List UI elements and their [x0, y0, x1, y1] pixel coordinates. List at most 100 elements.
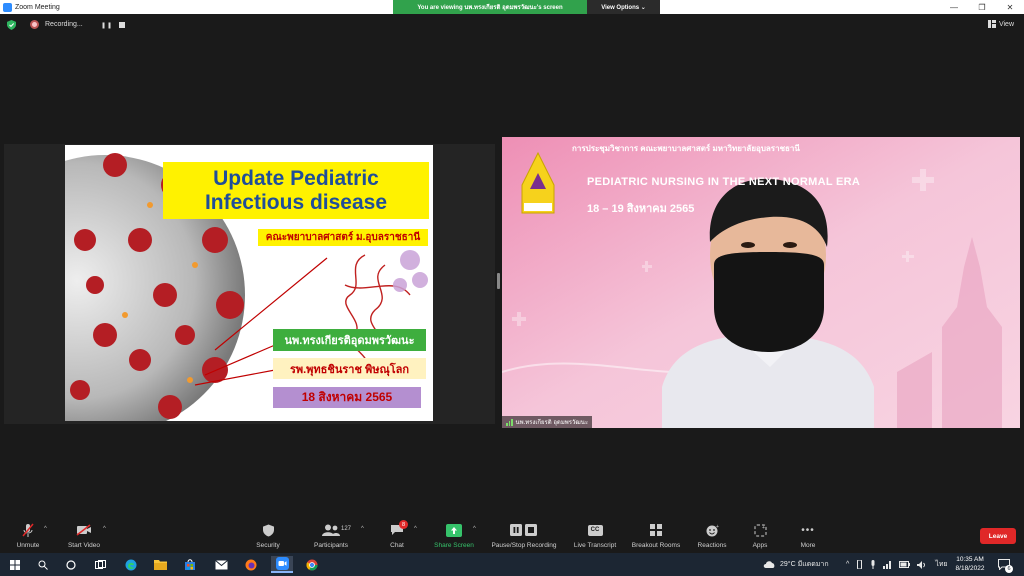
microsoft-store-icon[interactable] [181, 556, 199, 573]
more-label: More [800, 542, 816, 549]
breakout-rooms-label: Breakout Rooms [631, 542, 681, 549]
view-options-button[interactable]: View Options ⌄ [587, 0, 660, 14]
pause-stop-recording-button[interactable]: Pause/Stop Recording [487, 517, 561, 553]
slide-speaker-name: นพ.ทรงเกียรติอุดมพรวัฒนะ [273, 329, 426, 351]
svg-text:+: + [762, 525, 765, 531]
live-transcript-label: Live Transcript [573, 542, 617, 549]
minimize-button[interactable]: — [940, 0, 968, 14]
more-dots-icon: ••• [801, 524, 815, 536]
task-view-icon[interactable] [91, 556, 109, 573]
clock-date: 8/18/2022 [955, 565, 985, 572]
share-options-chevron-icon[interactable]: ^ [473, 526, 476, 532]
signal-strength-icon [506, 418, 513, 426]
meeting-toolbar: Unmute ^ Start Video ^ Security Particip… [0, 517, 1024, 553]
slide-title: Update Pediatric Infectious disease [163, 167, 429, 215]
apps-label: Apps [752, 542, 768, 549]
window-controls: — ❐ ✕ [940, 0, 1024, 14]
share-screen-label: Share Screen [434, 542, 474, 549]
conference-date: 18 – 19 สิงหาคม 2565 [587, 203, 695, 215]
slide-title-box: Update Pediatric Infectious disease [163, 162, 429, 219]
weather-text: 29°C มีแดดมาก [780, 561, 829, 568]
recording-dot-icon [30, 20, 39, 29]
shared-slide: Update Pediatric Infectious disease คณะพ… [65, 145, 433, 421]
slide-title-line1: Update Pediatric [213, 167, 379, 190]
system-tray: ^ ไทย [846, 553, 948, 576]
encryption-shield-icon[interactable] [7, 20, 16, 30]
cortana-icon[interactable] [62, 556, 80, 573]
window-title: Zoom Meeting [15, 3, 60, 11]
share-screen-icon [446, 523, 462, 537]
reactions-button[interactable]: + Reactions [694, 517, 730, 553]
edge-browser-icon[interactable] [122, 556, 140, 573]
slide-faculty: คณะพยาบาลศาสตร์ ม.อุบลราชธานี [258, 229, 428, 246]
chat-label: Chat [390, 542, 404, 549]
zoom-taskbar-icon[interactable] [271, 556, 293, 573]
notification-center-icon[interactable]: 6 [998, 553, 1013, 576]
close-button[interactable]: ✕ [996, 0, 1024, 14]
notification-count-badge: 6 [1005, 565, 1013, 573]
firefox-icon[interactable] [242, 556, 260, 573]
viewing-screen-banner: You are viewing นพ.ทรงเกียรติ อุดมพรวัฒน… [393, 0, 587, 14]
taskbar-clock[interactable]: 10:35 AM 8/18/2022 [950, 555, 990, 573]
chat-unread-badge: 8 [399, 520, 408, 529]
participant-video-tile[interactable]: การประชุมวิชาการ คณะพยาบาลศาสตร์ มหาวิทย… [502, 137, 1020, 428]
network-icon[interactable] [883, 560, 892, 569]
chat-options-chevron-icon[interactable]: ^ [414, 526, 417, 532]
apps-icon: + [754, 524, 766, 536]
search-icon[interactable] [34, 556, 52, 573]
muted-microphone-icon [22, 523, 34, 537]
share-screen-button[interactable]: Share Screen [432, 517, 476, 553]
reactions-label: Reactions [697, 542, 727, 549]
conference-title: การประชุมวิชาการ คณะพยาบาลศาสตร์ มหาวิทย… [572, 144, 800, 153]
participants-options-chevron-icon[interactable]: ^ [361, 526, 364, 532]
pause-recording-icon[interactable]: ❚❚ [101, 22, 113, 29]
windows-start-icon[interactable] [6, 556, 24, 573]
slide-date: 18 สิงหาคม 2565 [273, 387, 421, 408]
slide-hospital: รพ.พุทธชินราช พิษณุโลก [273, 358, 426, 379]
microphone-icon[interactable] [870, 560, 876, 569]
view-button[interactable]: View [987, 20, 1014, 28]
participant-name-tag: นพ.ทรงเกียรติ อุดมพรวัฒนะ [502, 416, 593, 428]
clock-time: 10:35 AM [956, 556, 984, 563]
svg-text:+: + [716, 524, 719, 530]
pause-stop-icon [510, 524, 537, 536]
chrome-icon[interactable] [303, 556, 321, 573]
zoom-meeting-window: Zoom Meeting — ❐ ✕ You are viewing นพ.ทร… [0, 0, 1024, 576]
view-label: View [998, 20, 1014, 28]
unmute-label: Unmute [16, 542, 40, 549]
leave-button[interactable]: Leave [980, 528, 1016, 544]
stop-recording-icon[interactable] [119, 22, 125, 28]
live-transcript-button[interactable]: CC Live Transcript [570, 517, 620, 553]
audio-options-chevron-icon[interactable]: ^ [44, 526, 47, 532]
apps-button[interactable]: + Apps [745, 517, 775, 553]
breakout-rooms-button[interactable]: Breakout Rooms [627, 517, 685, 553]
weather-widget[interactable]: 29°C มีแดดมาก [763, 553, 829, 576]
more-button[interactable]: ••• More [793, 517, 823, 553]
security-shield-icon [262, 523, 274, 537]
participants-button[interactable]: Participants [308, 517, 354, 553]
battery-icon[interactable] [899, 561, 911, 568]
windows-taskbar: 29°C มีแดดมาก ^ ไทย 10:35 AM 8/18/2022 6 [0, 553, 1024, 576]
speaker-volume-icon[interactable] [917, 560, 926, 569]
grid-view-icon [987, 20, 996, 28]
usb-device-icon[interactable] [856, 560, 863, 569]
file-explorer-icon[interactable] [151, 556, 169, 573]
slide-title-line2: Infectious disease [204, 191, 388, 214]
video-options-chevron-icon[interactable]: ^ [103, 526, 106, 532]
start-video-label: Start Video [67, 542, 101, 549]
closed-caption-icon: CC [587, 524, 603, 536]
restore-button[interactable]: ❐ [968, 0, 996, 14]
pause-stop-recording-label: Pause/Stop Recording [491, 542, 557, 549]
participants-label: Participants [314, 542, 348, 549]
split-resize-handle[interactable] [497, 273, 500, 289]
security-button[interactable]: Security [250, 517, 286, 553]
conference-era-title: PEDIATRIC NURSING IN THE NEXT NORMAL ERA [587, 176, 861, 188]
participant-name: นพ.ทรงเกียรติ อุดมพรวัฒนะ [515, 420, 589, 426]
video-off-icon [76, 524, 91, 536]
start-video-button[interactable]: Start Video [62, 517, 106, 553]
input-language[interactable]: ไทย [935, 559, 947, 570]
unmute-button[interactable]: Unmute [8, 517, 48, 553]
participants-icon [322, 524, 340, 536]
tray-chevron-up-icon[interactable]: ^ [846, 561, 849, 568]
mail-icon[interactable] [212, 556, 230, 573]
